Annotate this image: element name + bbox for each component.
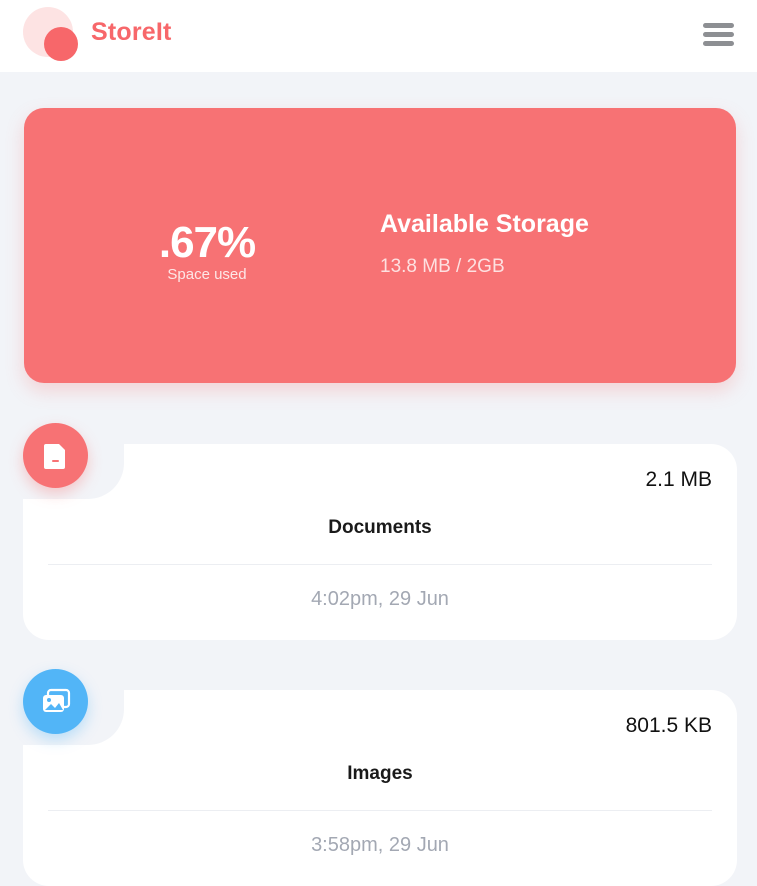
hamburger-menu-icon[interactable] [701, 20, 735, 50]
brand-name[interactable]: StoreIt [91, 18, 172, 47]
storage-usage-value: 13.8 MB / 2GB [380, 256, 505, 277]
available-storage-title: Available Storage [380, 210, 589, 238]
top-bar: StoreIt [0, 0, 757, 72]
file-category-card-documents[interactable]: 2.1 MB Documents 4:02pm, 29 Jun [22, 443, 737, 640]
category-size: 2.1 MB [645, 468, 712, 491]
divider [48, 810, 712, 811]
category-size: 801.5 KB [625, 714, 712, 737]
file-category-card-images[interactable]: 801.5 KB Images 3:58pm, 29 Jun [22, 689, 737, 886]
category-date: 4:02pm, 29 Jun [311, 588, 449, 610]
category-date: 3:58pm, 29 Jun [311, 834, 449, 856]
space-used-label: Space used [167, 266, 247, 283]
category-name: Images [347, 763, 413, 784]
document-icon[interactable] [23, 423, 88, 488]
category-name: Documents [328, 517, 432, 538]
images-icon[interactable] [23, 669, 88, 734]
divider [48, 564, 712, 565]
space-used-percent: .67% [158, 218, 256, 267]
logo-icon[interactable] [23, 7, 79, 63]
storage-summary-card: .67% Space used Available Storage 13.8 M… [24, 108, 736, 383]
